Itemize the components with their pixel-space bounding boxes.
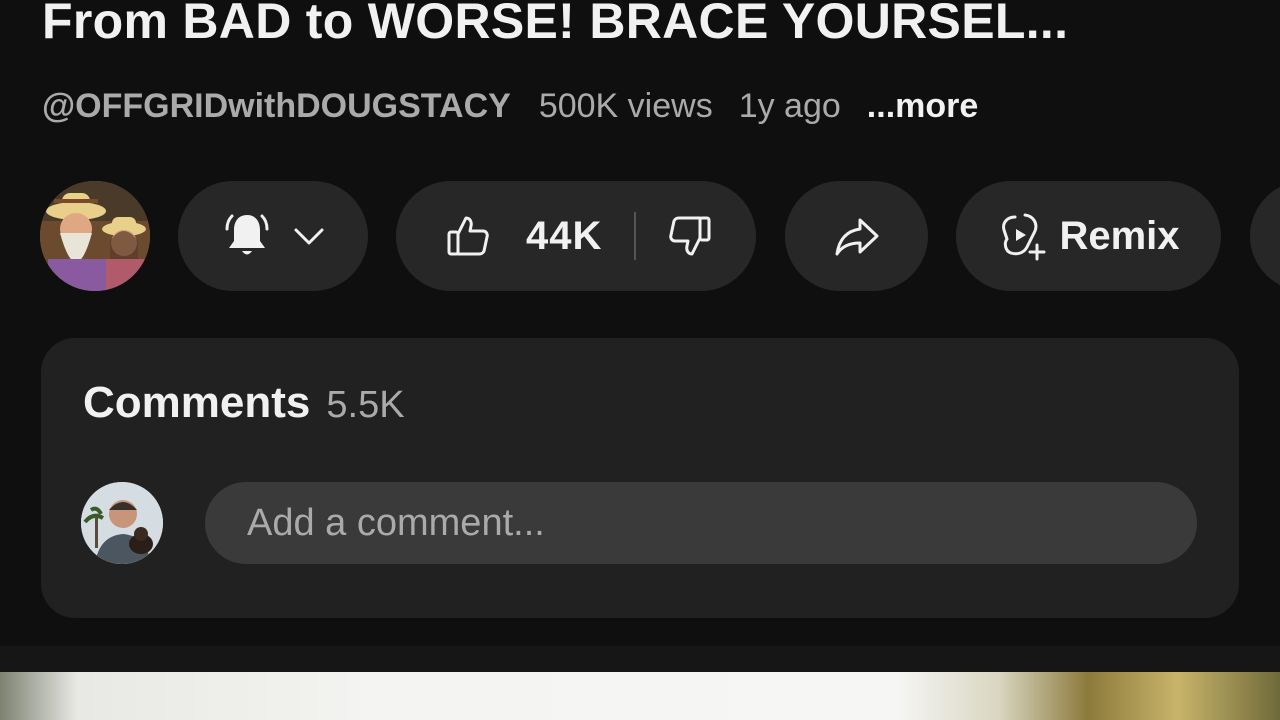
like-count[interactable]: 44K — [526, 214, 602, 259]
section-separator — [0, 646, 1280, 672]
user-avatar — [81, 482, 163, 564]
video-title[interactable]: From BAD to WORSE! BRACE YOURSEL... — [42, 0, 1242, 56]
remix-label: Remix — [1059, 213, 1180, 258]
like-dislike-group: 44K — [396, 181, 756, 291]
thumbs-down-icon[interactable] — [668, 214, 712, 258]
remix-button[interactable]: Remix — [956, 181, 1221, 291]
comments-count: 5.5K — [326, 384, 405, 426]
more-button[interactable]: ...more — [867, 87, 978, 126]
video-details-page: From BAD to WORSE! BRACE YOURSEL... @OFF… — [0, 0, 1280, 720]
thumbs-up-icon[interactable] — [446, 214, 490, 258]
more-actions-button[interactable] — [1250, 181, 1280, 291]
action-bar: 44K Remix — [0, 181, 1280, 291]
comments-section[interactable]: Comments 5.5K — [41, 338, 1239, 618]
comment-input[interactable] — [205, 482, 1197, 564]
channel-avatar[interactable] — [40, 181, 150, 291]
video-meta[interactable]: @OFFGRIDwithDOUGSTACY 500K views 1y ago … — [42, 84, 978, 128]
bell-icon — [220, 209, 274, 263]
comments-title: Comments — [83, 378, 311, 427]
comments-header: Comments 5.5K — [83, 378, 405, 428]
subscription-bell-button[interactable] — [178, 181, 368, 291]
channel-handle[interactable]: @OFFGRIDwithDOUGSTACY — [42, 87, 511, 126]
share-button[interactable] — [785, 181, 928, 291]
chevron-down-icon — [292, 219, 326, 253]
like-divider — [634, 212, 637, 260]
next-video-thumbnail[interactable] — [0, 672, 1280, 720]
upload-age: 1y ago — [738, 86, 841, 125]
view-count: 500K views — [538, 86, 713, 125]
remix-icon — [997, 211, 1047, 261]
share-icon — [833, 212, 881, 260]
